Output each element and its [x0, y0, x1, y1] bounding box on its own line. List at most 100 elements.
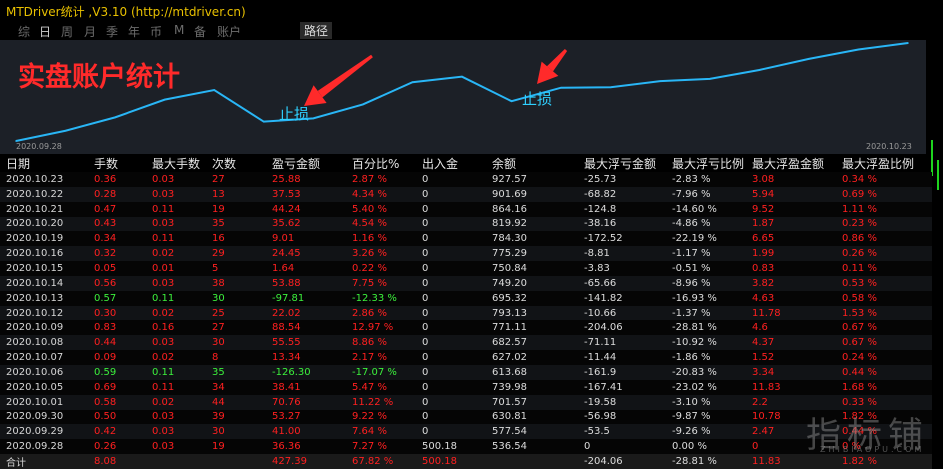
equity-point [461, 75, 463, 78]
table-row[interactable]: 2020.10.16 0.32 0.02 29 24.45 3.26 % 0 775.29 -8… [0, 246, 932, 262]
table-cell: 30 [212, 424, 272, 440]
table-cell: 0.44 [94, 335, 152, 351]
equity-point [857, 48, 860, 51]
column-header[interactable]: 最大手数 [152, 155, 212, 172]
table-cell: 25.88 [272, 172, 352, 187]
table-cell: 0.02 [152, 394, 212, 410]
column-header[interactable]: 最大浮亏比例 [672, 155, 752, 172]
table-cell: 1.16 % [352, 231, 422, 247]
table-row[interactable]: 2020.10.22 0.28 0.03 13 37.53 4.34 % 0 901.69 -6… [0, 186, 932, 202]
table-row[interactable]: 2020.10.09 0.83 0.16 27 88.54 12.97 % 0 771.11-… [0, 320, 932, 336]
table-cell: -9.26 % [672, 424, 752, 440]
table-cell: 9.01 [272, 231, 352, 247]
table-cell: 6.65 [752, 231, 842, 247]
column-header[interactable]: 出入金 [422, 155, 492, 172]
table-cell: -17.07 % [352, 364, 422, 380]
table-cell: 88.54 [272, 320, 352, 336]
column-header[interactable]: 最大浮盈比例 [842, 155, 932, 172]
table-cell: 53.27 [272, 409, 352, 425]
tab-m[interactable]: M [174, 23, 184, 37]
table-cell: 749.20 [492, 275, 584, 291]
table-cell: 630.81 [492, 409, 584, 425]
table-cell: 41.00 [272, 424, 352, 440]
table-row[interactable]: 2020.10.21 0.47 0.11 19 44.24 5.40 % 0 864.16 -1… [0, 201, 932, 217]
table-cell: -126.30 [272, 364, 352, 380]
table-cell: 13.34 [272, 350, 352, 365]
table-cell: 9.52 [752, 201, 842, 217]
column-header[interactable]: 日期 [0, 155, 94, 172]
table-cell: 682.57 [492, 335, 584, 351]
equity-point [659, 80, 662, 82]
table-cell: 0.03 [152, 172, 212, 187]
table-cell: 0 [422, 379, 492, 395]
table-total-row: 合计 8.08 427.39 67.82 % 500.18 -204.06 -28.81 %… [0, 454, 932, 469]
table-cell: 2020.10.06 [0, 364, 94, 380]
table-cell: 4.34 % [352, 186, 422, 202]
table-cell: -3.83 [584, 261, 672, 276]
table-row[interactable]: 2020.09.30 0.50 0.03 39 53.27 9.22 % 0 630.81 -5… [0, 409, 932, 425]
table-cell: -124.8 [584, 201, 672, 217]
column-header[interactable]: 最大浮盈金额 [752, 155, 842, 172]
table-row[interactable]: 2020.10.07 0.09 0.02 8 13.34 2.17 % 0 627.02 -11… [0, 350, 932, 365]
table-cell: 0.34 % [842, 172, 932, 187]
table-cell: -8.81 [584, 246, 672, 262]
window-title: MTDriver统计 ,V3.10 (http://mtdriver.cn) [6, 5, 246, 19]
table-row[interactable]: 2020.09.28 0.26 0.03 19 36.36 7.27 % 500.18 536… [0, 439, 932, 455]
table-cell: 0 [422, 186, 492, 202]
table-cell: -3.10 % [672, 394, 752, 410]
total-cell [152, 454, 212, 469]
table-cell: 0 [422, 424, 492, 440]
table-cell: 1.87 [752, 216, 842, 232]
column-header[interactable]: 余额 [492, 155, 584, 172]
tab-account[interactable]: 账户 [217, 23, 241, 40]
table-row[interactable]: 2020.10.01 0.58 0.02 44 70.76 11.22 % 0 701.57-… [0, 394, 932, 410]
chart-date-end: 2020.10.23 [866, 142, 912, 151]
table-row[interactable]: 2020.10.23 0.36 0.03 27 25.88 2.87 % 0 927.57 -2… [0, 172, 932, 187]
equity-point [907, 42, 909, 44]
equity-point [808, 58, 810, 60]
table-cell: 2020.09.28 [0, 439, 94, 455]
table-row[interactable]: 2020.10.19 0.34 0.11 16 9.01 1.16 % 0 784.30 -17… [0, 231, 932, 247]
total-cell: 合计 [0, 454, 94, 469]
tab-week[interactable]: 周 [61, 23, 73, 40]
table-row[interactable]: 2020.10.08 0.44 0.03 30 55.55 8.86 % 0 682.57 -7… [0, 335, 932, 351]
tab-quarter[interactable]: 季 [106, 23, 118, 40]
column-header[interactable]: 盈亏金额 [272, 155, 352, 172]
table-row[interactable]: 2020.10.12 0.30 0.02 25 22.02 2.86 % 0 793.13 -1… [0, 305, 932, 321]
column-header[interactable]: 手数 [94, 155, 152, 172]
table-row[interactable]: 2020.10.20 0.43 0.03 35 35.62 4.54 % 0 819.92 -3… [0, 216, 932, 232]
table-cell: 0.02 [152, 350, 212, 365]
table-cell: 500.18 [422, 439, 492, 455]
equity-point [411, 81, 414, 84]
table-row[interactable]: 2020.10.06 0.59 0.11 35 -126.30 -17.07 % 0 613.… [0, 364, 932, 380]
column-header[interactable]: 最大浮亏金额 [584, 155, 672, 172]
table-cell: 0.02 [152, 246, 212, 262]
table-cell: -204.06 [584, 320, 672, 336]
table-cell: 0 [422, 409, 492, 425]
table-cell: 927.57 [492, 172, 584, 187]
table-cell: -0.51 % [672, 261, 752, 276]
equity-point [213, 89, 216, 91]
tab-note[interactable]: 备 [194, 23, 206, 40]
table-cell: 3.34 [752, 364, 842, 380]
tab-path[interactable]: 路径 [300, 22, 333, 39]
table-cell: 35 [212, 364, 272, 380]
table-row[interactable]: 2020.10.13 0.57 0.11 30 -97.81 -12.33 % 0 695.3… [0, 290, 932, 306]
total-cell: 67.82 % [352, 454, 422, 469]
tab-month[interactable]: 月 [84, 23, 96, 40]
table-cell: 0.11 % [842, 261, 932, 276]
table-cell: 44 [212, 394, 272, 410]
table-row[interactable]: 2020.10.05 0.69 0.11 34 38.41 5.47 % 0 739.98 -1… [0, 379, 932, 395]
column-header[interactable]: 次数 [212, 155, 272, 172]
table-row[interactable]: 2020.09.29 0.42 0.03 30 41.00 7.64 % 0 577.54 -5… [0, 424, 932, 440]
tab-currency[interactable]: 币 [150, 23, 162, 40]
table-cell: 11.83 [752, 379, 842, 395]
tab-day[interactable]: 日 [39, 23, 51, 40]
column-header[interactable]: 百分比% [352, 155, 422, 172]
table-row[interactable]: 2020.10.14 0.56 0.03 38 53.88 7.75 % 0 749.20 -6… [0, 275, 932, 291]
tab-summary[interactable]: 综 [18, 23, 30, 40]
table-row[interactable]: 2020.10.15 0.05 0.01 5 1.64 0.22 % 0 750.84 -3.8… [0, 261, 932, 276]
tab-year[interactable]: 年 [128, 23, 140, 40]
table-cell: 7.27 % [352, 439, 422, 455]
table-cell: 19 [212, 201, 272, 217]
